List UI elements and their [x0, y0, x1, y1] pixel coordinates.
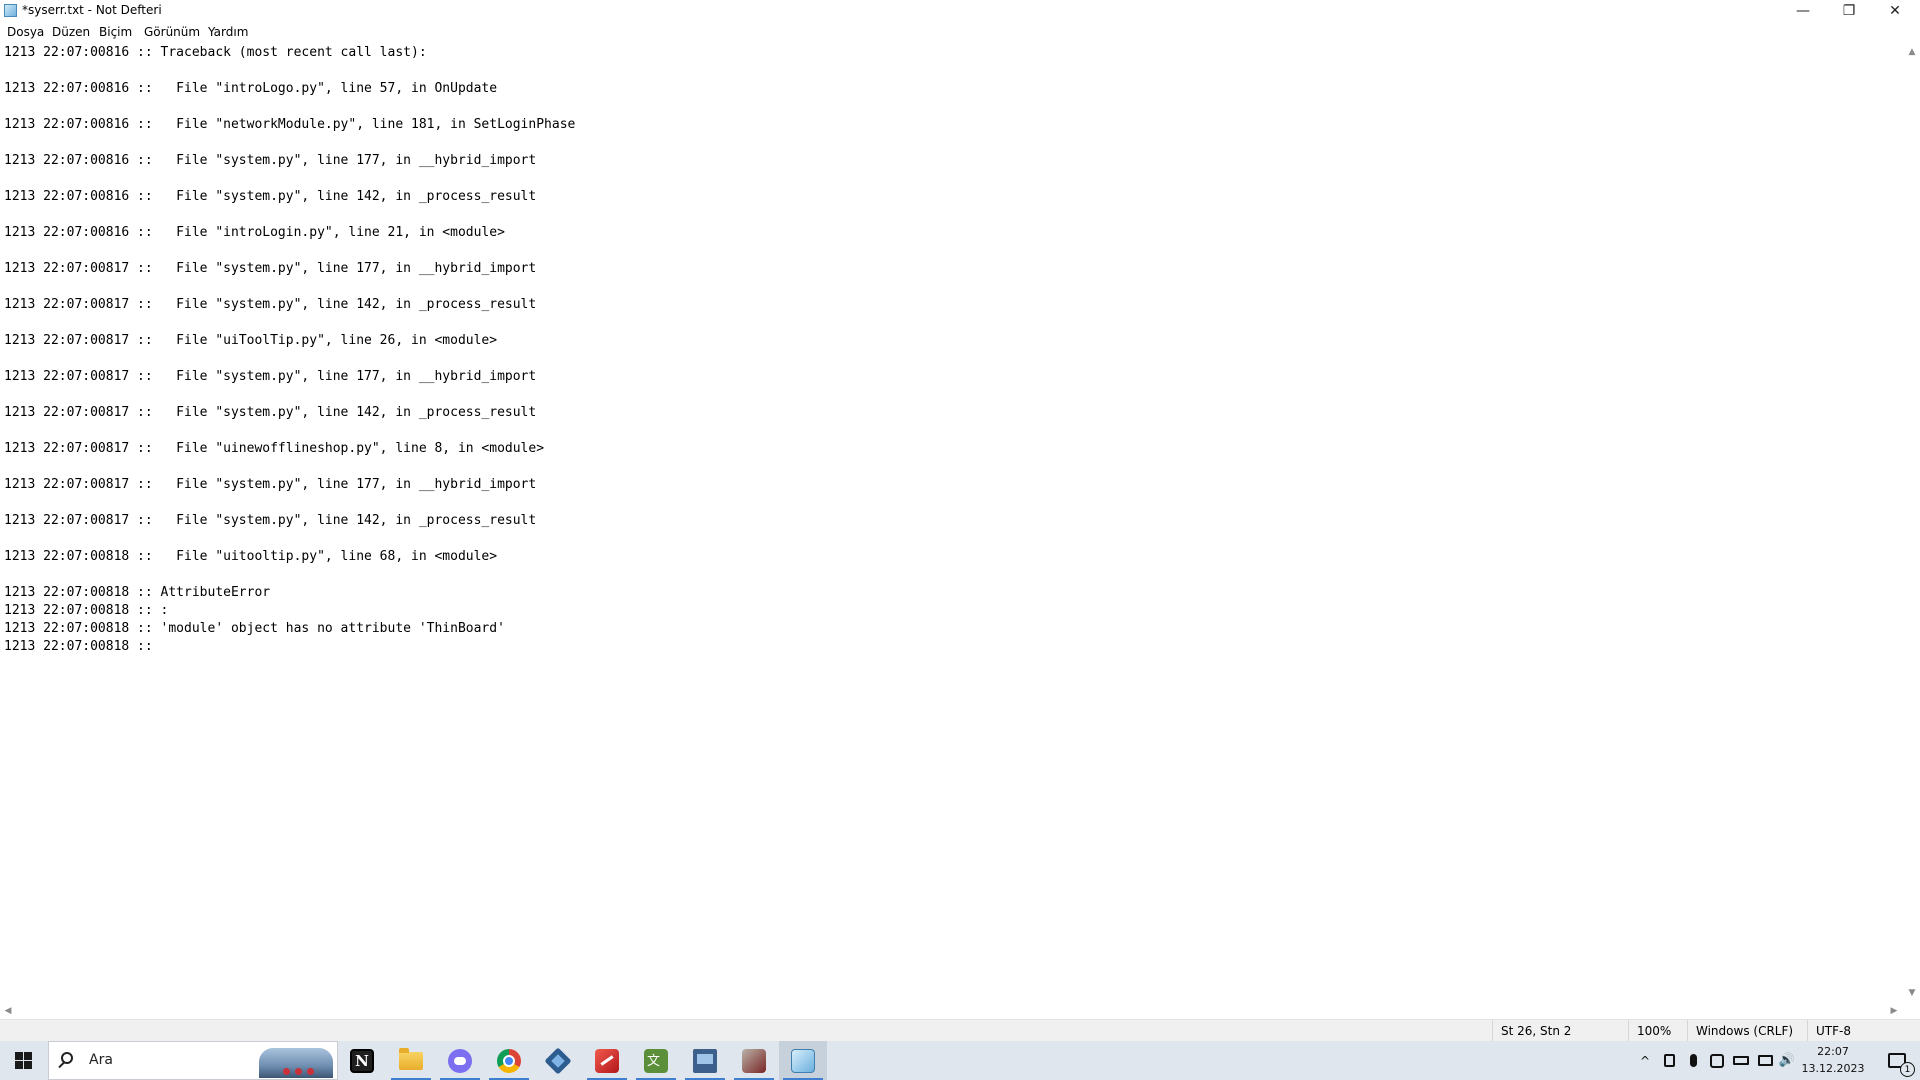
taskbar-game-client[interactable]	[730, 1041, 778, 1080]
security-icon[interactable]	[1706, 1041, 1728, 1080]
scroll-up-arrow-icon[interactable]: ▲	[1904, 44, 1920, 60]
taskbar-chrome[interactable]	[485, 1041, 533, 1080]
taskbar-search-box[interactable]: Ara	[48, 1041, 338, 1080]
menu-view[interactable]: Görünüm	[144, 25, 200, 39]
windows-logo-icon	[14, 1052, 32, 1069]
battery-icon[interactable]	[1730, 1041, 1752, 1080]
menu-help[interactable]: Yardım	[208, 25, 248, 39]
taskbar-discord[interactable]	[436, 1041, 484, 1080]
taskbar-file-explorer[interactable]	[387, 1041, 435, 1080]
taskbar-virtualbox[interactable]	[534, 1041, 582, 1080]
editor-content[interactable]: 1213 22:07:00816 :: Traceback (most rece…	[0, 42, 1904, 656]
taskbar-red-app[interactable]	[583, 1041, 631, 1080]
cursor-position: St 26, Stn 2	[1492, 1020, 1628, 1041]
menu-format[interactable]: Biçim	[99, 25, 132, 39]
chrome-icon	[497, 1048, 521, 1073]
maximize-button[interactable]: ❐	[1826, 0, 1872, 22]
menu-edit[interactable]: Düzen	[52, 25, 90, 39]
clock-date: 13.12.2023	[1801, 1062, 1865, 1075]
menu-bar: Dosya Düzen Biçim Görünüm Yardım	[0, 22, 1920, 42]
notification-icon: 1	[1888, 1053, 1915, 1077]
notion-icon: N	[350, 1048, 374, 1073]
taskbar-translator[interactable]	[632, 1041, 680, 1080]
red-app-icon	[595, 1048, 619, 1073]
start-button[interactable]	[0, 1041, 46, 1080]
notification-center-button[interactable]: 1	[1874, 1041, 1920, 1080]
tray-device-icon[interactable]	[1658, 1041, 1680, 1080]
title-bar: *syserr.txt - Not Defteri — ❐ ✕	[0, 0, 1920, 22]
game-client-icon	[742, 1048, 766, 1073]
minimize-button[interactable]: —	[1780, 0, 1826, 22]
text-editor[interactable]: 1213 22:07:00816 :: Traceback (most rece…	[0, 42, 1904, 1003]
microphone-icon[interactable]	[1682, 1041, 1704, 1080]
encoding: UTF-8	[1807, 1020, 1920, 1041]
window-title: *syserr.txt - Not Defteri	[22, 3, 162, 17]
virtualbox-icon	[544, 1046, 572, 1075]
taskbar-network-tool[interactable]	[681, 1041, 729, 1080]
vertical-scrollbar[interactable]: ▲ ▼	[1904, 42, 1920, 1003]
volume-icon[interactable]: 🔊	[1776, 1041, 1798, 1080]
search-placeholder: Ara	[89, 1052, 113, 1068]
zoom-level: 100%	[1628, 1020, 1687, 1041]
notepad-app-icon	[4, 4, 17, 17]
taskbar-notepad[interactable]	[779, 1041, 827, 1080]
scroll-down-arrow-icon[interactable]: ▼	[1904, 985, 1920, 1001]
file-explorer-icon	[399, 1047, 423, 1070]
tray-overflow-chevron-icon[interactable]: ^	[1634, 1041, 1656, 1080]
search-highlight-image	[259, 1048, 333, 1078]
taskbar: Ara N ^	[0, 1041, 1920, 1080]
scroll-left-arrow-icon[interactable]: ◀	[0, 1003, 16, 1019]
close-button[interactable]: ✕	[1872, 0, 1918, 22]
taskbar-clock[interactable]: 22:07 13.12.2023	[1796, 1043, 1870, 1077]
scroll-right-arrow-icon[interactable]: ▶	[1886, 1003, 1902, 1019]
search-icon	[61, 1052, 73, 1064]
horizontal-scrollbar[interactable]: ◀ ▶	[0, 1003, 1904, 1019]
menu-file[interactable]: Dosya	[7, 25, 44, 39]
line-ending: Windows (CRLF)	[1687, 1020, 1807, 1041]
status-bar: St 26, Stn 2 100% Windows (CRLF) UTF-8	[0, 1019, 1920, 1041]
translator-icon	[644, 1048, 668, 1073]
notepad-icon	[791, 1048, 815, 1073]
network-tool-icon	[693, 1048, 717, 1073]
taskbar-notion[interactable]: N	[338, 1041, 386, 1080]
discord-icon	[448, 1048, 472, 1073]
scrollbar-corner	[1904, 1003, 1920, 1019]
clock-time: 22:07	[1817, 1045, 1849, 1058]
notification-badge: 1	[1900, 1062, 1915, 1077]
network-icon[interactable]	[1754, 1041, 1776, 1080]
